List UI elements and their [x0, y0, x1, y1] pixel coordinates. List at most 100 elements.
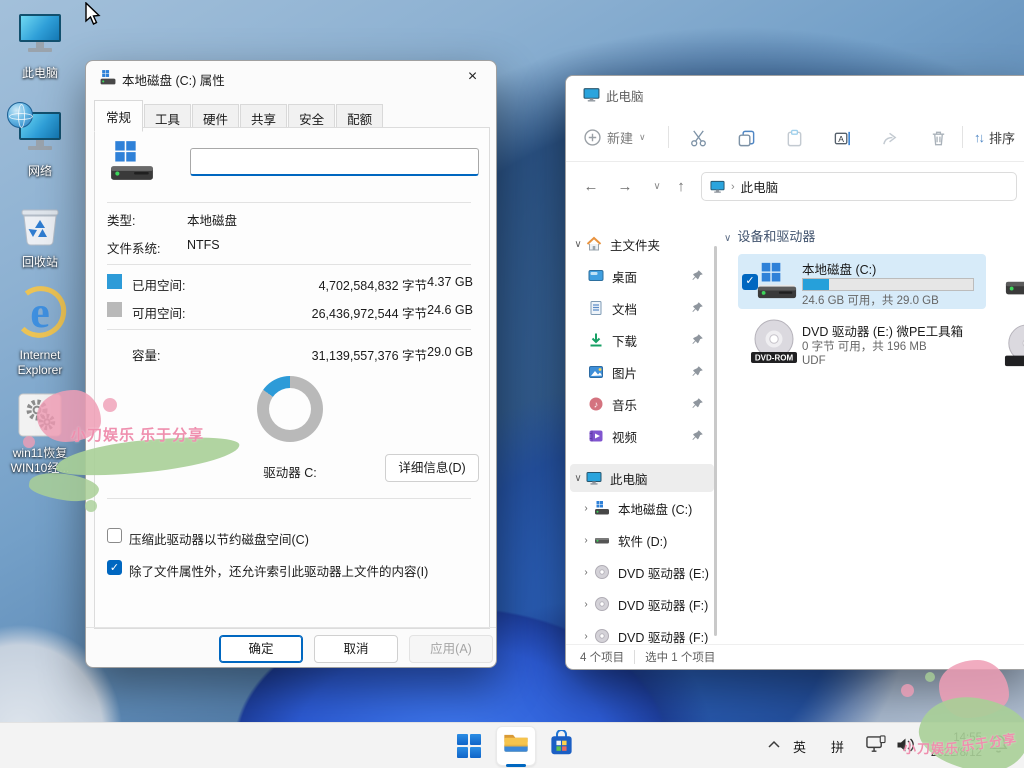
active-app-indicator — [506, 764, 526, 767]
cancel-button[interactable]: 取消 — [314, 635, 398, 663]
ime-language-indicator[interactable]: 英 — [793, 737, 806, 756]
sidebar-item-pictures[interactable]: 图片 — [570, 358, 714, 386]
rename-button[interactable]: A — [830, 126, 854, 150]
pin-icon[interactable] — [691, 429, 704, 442]
delete-button[interactable] — [926, 126, 950, 150]
details-button[interactable]: 详细信息(D) — [385, 454, 479, 482]
index-checkbox-label: 除了文件属性外，还允许索引此驱动器上文件的内容(I) — [129, 561, 428, 580]
sidebar-item-label: DVD 驱动器 (F:) — [618, 595, 708, 614]
recycle-bin-icon — [17, 203, 63, 247]
start-button[interactable] — [457, 734, 481, 758]
group-header-label: 设备和驱动器 — [737, 229, 815, 244]
share-button[interactable] — [878, 126, 902, 150]
explorer-statusbar: 4 个项目 选中 1 个项目 — [566, 644, 1024, 669]
svg-text:♪: ♪ — [594, 400, 599, 410]
notification-bell-icon[interactable]: z — [988, 734, 1009, 754]
sidebar-item-desktop[interactable]: 桌面 — [570, 262, 714, 290]
close-icon[interactable]: × — [450, 62, 495, 93]
explorer-titlebar[interactable]: 此电脑 — [566, 76, 1024, 112]
apply-button[interactable]: 应用(A) — [409, 635, 493, 663]
sidebar-item-label: 图片 — [612, 363, 637, 382]
paste-button[interactable] — [782, 126, 806, 150]
drive-caption: 驱动器 C: — [225, 462, 355, 481]
this-pc-icon — [583, 86, 600, 103]
capacity-size: 29.0 GB — [427, 345, 473, 359]
ok-button[interactable]: 确定 — [219, 635, 303, 663]
dvd-rom-icon[interactable] — [1004, 323, 1024, 371]
usage-bar — [802, 278, 974, 291]
sidebar-item-drive-c[interactable]: › 本地磁盘 (C:) — [570, 494, 714, 522]
drive-item-c[interactable]: ✓ 本地磁盘 (C:) 24.6 GB 可用，共 29.0 GB — [738, 254, 986, 309]
filesystem-label: 文件系统: — [107, 238, 160, 257]
capacity-label: 容量: — [132, 345, 160, 364]
chevron-down-icon: ∨ — [570, 239, 586, 250]
pin-icon[interactable] — [691, 365, 704, 378]
sort-button-label: 排序 — [989, 128, 1015, 147]
desktop-icon-internet-explorer[interactable]: e InternetExplorer — [2, 284, 78, 378]
sidebar-item-videos[interactable]: 视频 — [570, 422, 714, 450]
pin-icon[interactable] — [691, 333, 704, 346]
sidebar-scrollbar[interactable] — [714, 246, 717, 636]
volume-tray-icon[interactable] — [895, 736, 915, 754]
pin-icon[interactable] — [691, 397, 704, 410]
dvd-rom-icon: DVD-ROM — [750, 318, 798, 368]
sidebar-item-dvd-e[interactable]: › DVD 驱动器 (E:) — [570, 558, 714, 586]
used-space-label: 已用空间: — [132, 275, 185, 294]
network-tray-icon[interactable] — [865, 735, 886, 754]
volume-label-input[interactable] — [190, 148, 479, 176]
microsoft-store-button[interactable] — [548, 730, 575, 757]
sidebar-item-documents[interactable]: 文档 — [570, 294, 714, 322]
cut-button[interactable] — [686, 126, 710, 150]
desktop-icon-recycle-bin[interactable]: 回收站 — [2, 203, 78, 270]
dialog-titlebar[interactable]: 本地磁盘 (C:) 属性 × — [86, 61, 496, 93]
desktop-icon-this-pc[interactable]: 此电脑 — [2, 12, 78, 81]
back-button[interactable]: ← — [578, 174, 604, 200]
sidebar-item-label: 视频 — [612, 427, 637, 446]
address-bar[interactable]: › 此电脑 — [701, 172, 1017, 201]
explorer-toolbar: 新建 ∨ A ↑↓ 排 — [566, 112, 1024, 162]
sidebar-item-downloads[interactable]: 下载 — [570, 326, 714, 354]
sidebar-item-home[interactable]: ∨ 主文件夹 — [570, 230, 714, 258]
sidebar-item-this-pc[interactable]: ∨ 此电脑 — [570, 464, 714, 492]
general-tab-page: 类型: 本地磁盘 文件系统: NTFS 已用空间: 4,702,584,832 … — [94, 127, 490, 629]
pin-icon[interactable] — [691, 269, 704, 282]
sidebar-item-dvd-f[interactable]: › DVD 驱动器 (F:) — [570, 590, 714, 618]
sidebar-item-drive-d[interactable]: › 软件 (D:) — [570, 526, 714, 554]
sidebar-item-label: 此电脑 — [610, 469, 648, 488]
free-space-label: 可用空间: — [132, 303, 185, 322]
compress-checkbox[interactable] — [107, 528, 122, 543]
drive-item-dvd-e[interactable]: DVD-ROM DVD 驱动器 (E:) 微PE工具箱 0 字节 可用，共 19… — [738, 316, 986, 374]
tab-general[interactable]: 常规 — [94, 100, 143, 132]
index-checkbox[interactable]: ✓ — [107, 560, 122, 575]
sidebar-item-label: 桌面 — [612, 267, 637, 286]
sidebar-item-label: 文档 — [612, 299, 637, 318]
file-explorer-taskbar-button[interactable] — [502, 729, 530, 757]
forward-button[interactable]: → — [612, 174, 638, 200]
sidebar-item-music[interactable]: ♪ 音乐 — [570, 390, 714, 418]
copy-button[interactable] — [734, 126, 758, 150]
pin-icon[interactable] — [691, 301, 704, 314]
drive-info: 24.6 GB 可用，共 29.0 GB — [802, 292, 939, 308]
tray-chevron-up-icon[interactable] — [766, 738, 782, 752]
status-item-count: 4 个项目 — [580, 649, 624, 665]
desktop-icon-label: 此电脑 — [2, 66, 78, 81]
sort-button[interactable]: ↑↓ 排序 — [974, 124, 1015, 150]
dialog-tabs: 常规工具硬件共享安全配额 — [94, 100, 384, 128]
tray-clock[interactable]: 14:55 2022/8/12 — [918, 731, 982, 761]
group-header[interactable]: ∨设备和驱动器 — [724, 226, 815, 245]
ime-mode-indicator[interactable]: 拼 — [831, 737, 844, 756]
drive-c-icon — [99, 69, 117, 86]
desktop-icon-win11-restore[interactable]: win11恢复WIN10经... — [2, 392, 78, 476]
desktop-icon-network[interactable]: 网络 — [2, 110, 78, 179]
dvd-drive-icon — [594, 628, 612, 644]
internet-explorer-icon: e — [12, 284, 68, 340]
explorer-body: ∨ 主文件夹 桌面 文档 下载 — [566, 211, 1024, 644]
breadcrumb-separator: › — [731, 181, 735, 193]
usage-bar-fill — [803, 279, 829, 290]
up-button[interactable]: ↑ — [668, 174, 694, 200]
breadcrumb[interactable]: 此电脑 — [741, 177, 779, 196]
drive-d-icon[interactable] — [1004, 260, 1024, 300]
tray-date: 2022/8/12 — [931, 747, 982, 759]
new-button[interactable]: 新建 ∨ — [584, 124, 646, 150]
recent-locations-button[interactable]: ∨ — [644, 174, 670, 200]
